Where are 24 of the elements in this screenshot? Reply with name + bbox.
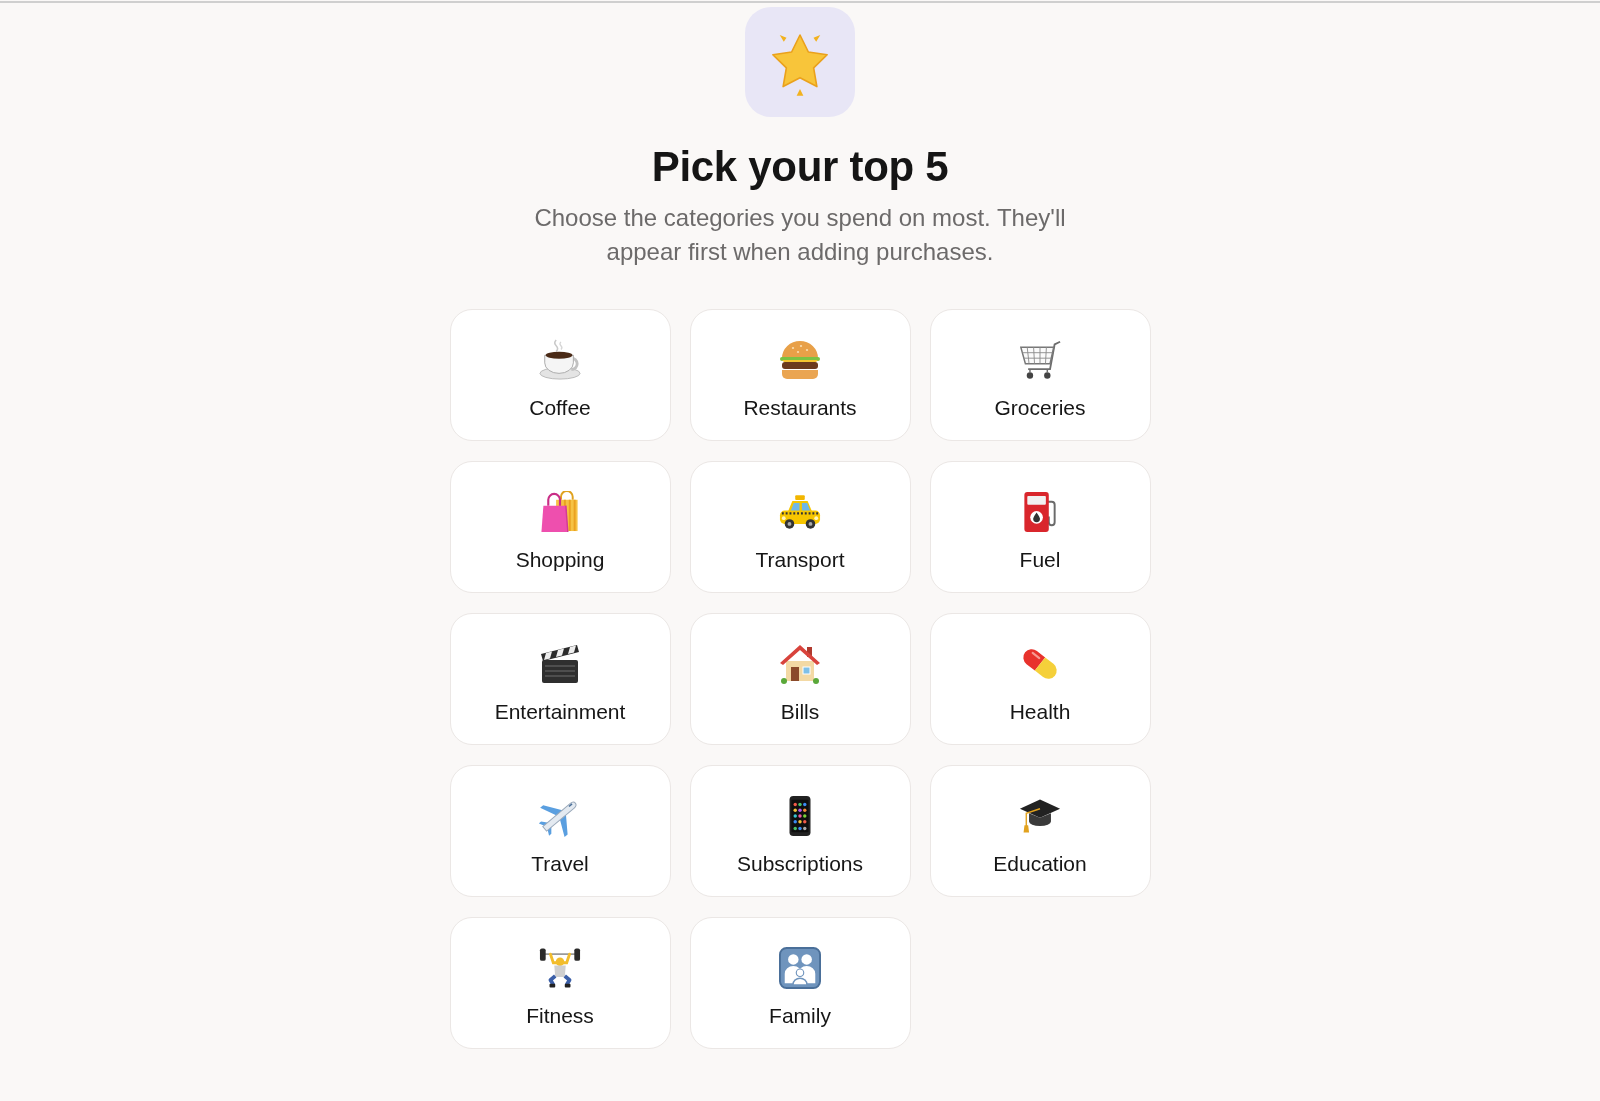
page-subtitle: Choose the categories you spend on most. They'll appear first when adding purchases. <box>533 203 1067 267</box>
category-card[interactable]: Fitness <box>449 917 671 1049</box>
category-card[interactable]: Entertainment <box>449 613 671 745</box>
category-card[interactable]: Education <box>929 765 1151 897</box>
coffee-cup-icon <box>539 339 581 381</box>
category-card[interactable]: Subscriptions <box>689 765 911 897</box>
clapperboard-icon <box>539 643 581 685</box>
category-card[interactable]: Health <box>929 613 1151 745</box>
category-card[interactable]: Restaurants <box>689 309 911 441</box>
category-card[interactable]: Bills <box>689 613 911 745</box>
category-card[interactable]: Transport <box>689 461 911 593</box>
category-card[interactable]: Fuel <box>929 461 1151 593</box>
page-title: Pick your top 5 <box>651 142 949 192</box>
category-card[interactable]: Shopping <box>449 461 671 593</box>
category-card[interactable]: Groceries <box>929 309 1151 441</box>
weightlifter-icon <box>539 947 581 989</box>
category-card[interactable]: Coffee <box>449 309 671 441</box>
family-icon <box>779 947 821 989</box>
shopping-bags-icon <box>539 491 581 533</box>
category-card[interactable]: Family <box>689 917 911 1049</box>
burger-icon <box>779 339 821 381</box>
house-icon <box>779 643 821 685</box>
shopping-cart-icon <box>1019 339 1061 381</box>
category-card[interactable]: Travel <box>449 765 671 897</box>
